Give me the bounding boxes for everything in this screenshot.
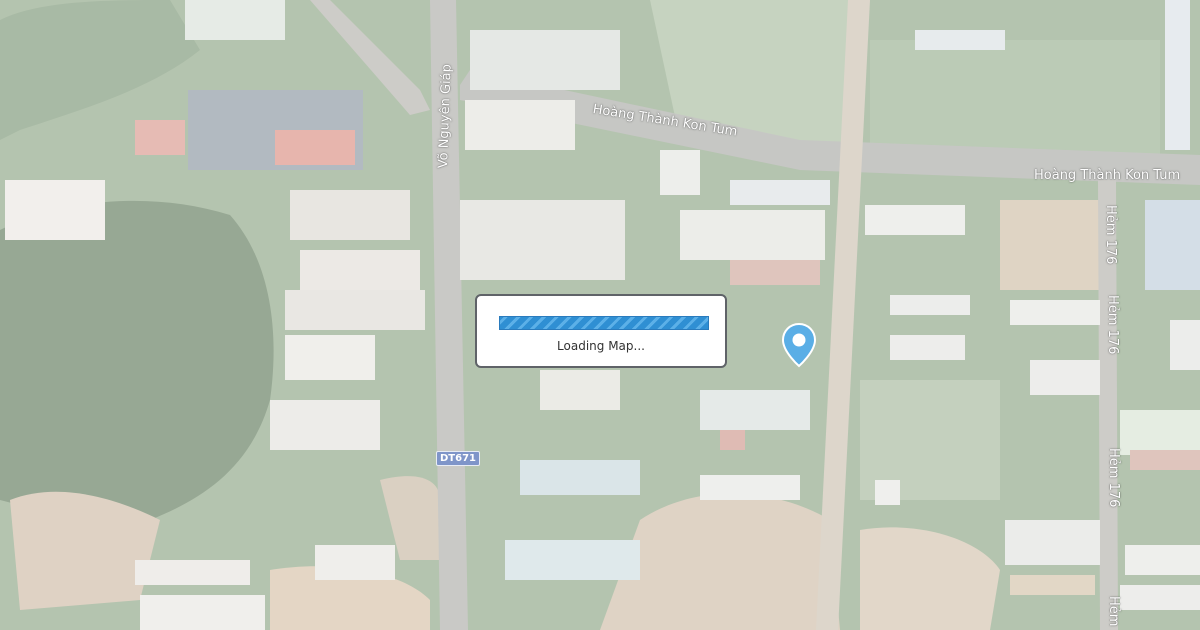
street-label-hem-176: Hẻm 176 bbox=[1106, 596, 1121, 630]
street-label-hem-176: Hẻm 176 bbox=[1106, 448, 1121, 508]
route-badge-dt671: DT671 bbox=[436, 451, 480, 466]
loading-text: Loading Map... bbox=[557, 339, 645, 353]
street-label-hoang-thanh-kon-tum: Hoàng Thành Kon Tum bbox=[1034, 168, 1181, 183]
street-label-hem-176: Hẻm 176 bbox=[1103, 205, 1118, 265]
street-label-hem-176: Hẻm 176 bbox=[1105, 295, 1120, 355]
satellite-map[interactable]: Võ Nguyên Giáp Hoàng Thành Kon Tum Hoàng… bbox=[0, 0, 1200, 630]
map-pin-icon[interactable] bbox=[781, 322, 817, 368]
loading-dialog: Loading Map... bbox=[475, 294, 727, 368]
loading-progress-bar bbox=[499, 316, 709, 330]
